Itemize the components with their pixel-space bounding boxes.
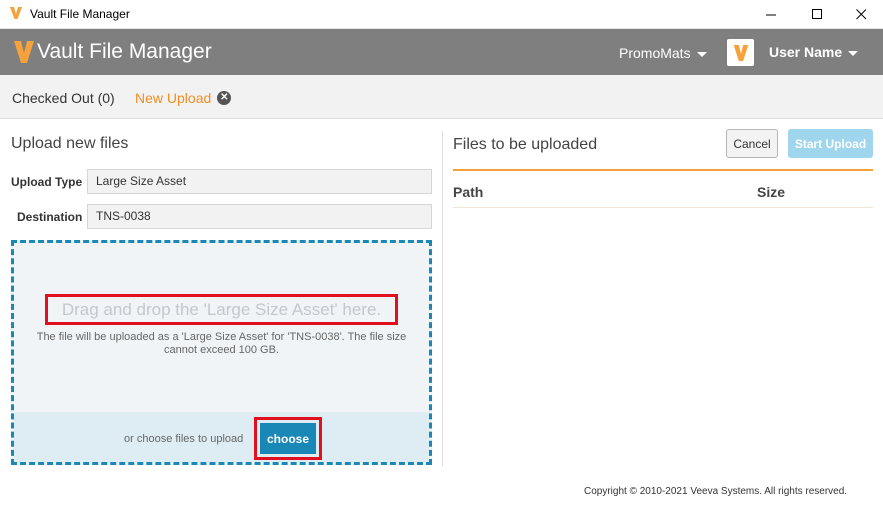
cancel-button[interactable]: Cancel: [726, 129, 778, 158]
tab-checked-out[interactable]: Checked Out (0): [12, 90, 115, 106]
choose-highlight: choose: [254, 417, 322, 460]
destination-field[interactable]: TNS-0038: [87, 204, 432, 229]
vault-name: PromoMats: [619, 45, 691, 61]
window-titlebar: Vault File Manager: [0, 0, 883, 29]
column-header-size[interactable]: Size: [757, 184, 785, 200]
close-window-button[interactable]: [838, 0, 883, 28]
chevron-down-icon: [696, 51, 707, 57]
choose-prompt: or choose files to upload: [124, 433, 244, 445]
tabs-bar: Checked Out (0) New Upload ✕: [0, 75, 883, 119]
tab-new-upload[interactable]: New Upload ✕: [135, 90, 232, 106]
files-section-title: Files to be uploaded: [453, 136, 598, 153]
tab-new-upload-label: New Upload: [135, 90, 212, 106]
chevron-down-icon: [848, 50, 859, 56]
copyright-text: Copyright © 2010-2021 Veeva Systems. All…: [584, 486, 848, 497]
app-header: Vault File Manager PromoMats User Name: [0, 29, 883, 75]
vault-logo-icon: [13, 40, 35, 69]
column-header-path[interactable]: Path: [453, 184, 483, 200]
window-title: Vault File Manager: [30, 7, 130, 21]
veeva-logo-icon: [9, 6, 23, 25]
drop-zone[interactable]: Drag and drop the 'Large Size Asset' her…: [11, 240, 432, 465]
user-menu[interactable]: User Name: [769, 44, 859, 60]
start-upload-button[interactable]: Start Upload: [788, 129, 873, 158]
avatar[interactable]: [727, 39, 754, 66]
drag-drop-text: Drag and drop the 'Large Size Asset' her…: [45, 294, 398, 325]
upload-info-text: The file will be uploaded as a 'Large Si…: [36, 331, 407, 356]
close-tab-icon[interactable]: ✕: [217, 91, 232, 105]
upload-section-title: Upload new files: [11, 135, 129, 152]
section-underline: [453, 169, 873, 171]
upload-type-label: Upload Type: [11, 175, 83, 189]
panel-divider: [442, 131, 443, 466]
minimize-button[interactable]: [748, 0, 794, 28]
destination-label: Destination: [17, 210, 83, 224]
table-header-divider: [453, 207, 873, 208]
maximize-button[interactable]: [794, 0, 840, 28]
user-name: User Name: [769, 44, 843, 60]
vault-selector[interactable]: PromoMats: [619, 45, 707, 61]
upload-type-field[interactable]: Large Size Asset: [87, 169, 432, 194]
app-title: Vault File Manager: [37, 40, 212, 63]
choose-button[interactable]: choose: [260, 423, 316, 454]
